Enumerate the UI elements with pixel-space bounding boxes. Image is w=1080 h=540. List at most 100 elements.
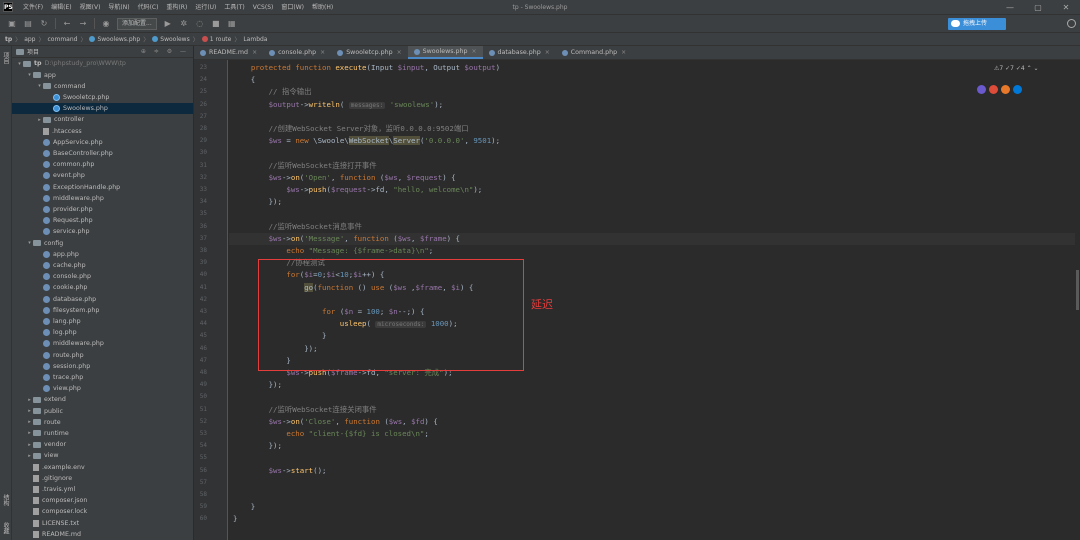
stop-icon[interactable]: ■ — [211, 19, 221, 29]
forward-icon[interactable]: → — [78, 19, 88, 29]
menu-item[interactable]: 窗口(W) — [277, 0, 308, 15]
close-tab-icon[interactable]: × — [621, 46, 626, 59]
menu-item[interactable]: 代码(C) — [134, 0, 163, 15]
inspection-widget[interactable]: ⚠7 ✓7 ✓4 ⌃ ⌄ — [994, 65, 1039, 72]
breadcrumb-item[interactable]: app — [24, 36, 38, 43]
chevron-right-icon[interactable]: ▸ — [26, 453, 33, 459]
back-icon[interactable]: ← — [62, 19, 72, 29]
panel-actions-icon[interactable]: ⊕ ≑ ⚙ — — [141, 48, 189, 55]
menu-item[interactable]: 文件(F) — [19, 0, 47, 15]
firefox-icon[interactable] — [1001, 85, 1010, 94]
chevron-right-icon[interactable]: ▸ — [26, 397, 33, 403]
tree-item[interactable]: ▸ runtime — [12, 428, 193, 439]
tree-item[interactable]: filesystem.php — [12, 305, 193, 316]
tree-item[interactable]: README.md — [12, 529, 193, 540]
debug-icon[interactable]: ✲ — [179, 19, 189, 29]
tree-item[interactable]: log.php — [12, 327, 193, 338]
chrome-icon[interactable] — [989, 85, 998, 94]
tree-item[interactable]: composer.lock — [12, 506, 193, 517]
tree-item[interactable]: common.php — [12, 159, 193, 170]
breadcrumb-item[interactable]: Swoolews.php — [97, 36, 143, 43]
editor-tab[interactable]: README.md × — [194, 46, 263, 59]
tree-item[interactable]: .example.env — [12, 462, 193, 473]
tree-item[interactable]: ▸ controller — [12, 114, 193, 125]
tree-item[interactable]: composer.json — [12, 495, 193, 506]
chevron-right-icon[interactable]: ▸ — [26, 430, 33, 436]
tree-item[interactable]: .travis.yml — [12, 484, 193, 495]
tree-item[interactable]: ▾ app — [12, 70, 193, 81]
coverage-icon[interactable]: ◌ — [195, 19, 205, 29]
tree-item[interactable]: event.php — [12, 170, 193, 181]
run-icon[interactable]: ▶ — [163, 19, 173, 29]
upload-button[interactable]: 拖拽上传 — [948, 18, 1006, 30]
menu-item[interactable]: VCS(S) — [249, 0, 278, 15]
menu-item[interactable]: 帮助(H) — [308, 0, 337, 15]
tree-item[interactable]: trace.php — [12, 372, 193, 383]
tree-item[interactable]: cache.php — [12, 260, 193, 271]
close-window-icon[interactable]: ✕ — [1052, 0, 1080, 15]
tree-item[interactable]: LICENSE.txt — [12, 518, 193, 529]
menu-item[interactable]: 重构(R) — [162, 0, 191, 15]
tree-item[interactable]: ▾ command — [12, 81, 193, 92]
tree-item[interactable]: service.php — [12, 226, 193, 237]
editor-tab[interactable]: Command.php × — [556, 46, 632, 59]
favorites-tool-tab[interactable]: 收藏 — [1, 522, 10, 534]
tree-item[interactable]: cookie.php — [12, 282, 193, 293]
tree-item[interactable]: ▸ vendor — [12, 439, 193, 450]
menu-item[interactable]: 工具(T) — [220, 0, 248, 15]
tree-item[interactable]: app.php — [12, 249, 193, 260]
chevron-right-icon[interactable]: ▸ — [36, 117, 43, 123]
structure-tool-tab[interactable]: 结构 — [1, 494, 10, 506]
open-folder-icon[interactable]: ▣ — [7, 19, 17, 29]
chevron-down-icon[interactable]: ▾ — [16, 61, 23, 67]
editor-tab[interactable]: Swooletcp.php × — [331, 46, 407, 59]
chevron-down-icon[interactable]: ▾ — [36, 83, 43, 89]
menu-item[interactable]: 导航(N) — [104, 0, 133, 15]
close-tab-icon[interactable]: × — [545, 46, 550, 59]
tree-item[interactable]: route.php — [12, 350, 193, 361]
menu-item[interactable]: 编辑(E) — [47, 0, 75, 15]
breadcrumb-item[interactable]: 1 route — [210, 36, 235, 43]
close-tab-icon[interactable]: × — [320, 46, 325, 59]
editor-tab[interactable]: Swoolews.php × — [407, 46, 483, 59]
phpstorm-browser-icon[interactable] — [977, 85, 986, 94]
chevron-down-icon[interactable]: ▾ — [26, 240, 33, 246]
close-tab-icon[interactable]: × — [397, 46, 402, 59]
tree-item[interactable]: ▸ public — [12, 406, 193, 417]
tree-item[interactable]: .gitignore — [12, 473, 193, 484]
tree-item[interactable]: Request.php — [12, 215, 193, 226]
chevron-down-icon[interactable]: ▾ — [26, 72, 33, 78]
save-icon[interactable]: ▤ — [23, 19, 33, 29]
breadcrumb-item[interactable]: Lambda — [243, 36, 270, 43]
close-tab-icon[interactable]: × — [252, 46, 257, 59]
tree-item[interactable]: view.php — [12, 383, 193, 394]
tree-item[interactable]: ▸ route — [12, 417, 193, 428]
sync-icon[interactable]: ↻ — [39, 19, 49, 29]
tree-item[interactable]: lang.php — [12, 316, 193, 327]
tree-item[interactable]: ▸ extend — [12, 394, 193, 405]
edge-icon[interactable] — [1013, 85, 1022, 94]
user-icon[interactable]: ◉ — [101, 19, 111, 29]
tree-item[interactable]: Swoolews.php — [12, 103, 193, 115]
minimize-icon[interactable]: — — [996, 0, 1024, 15]
chevron-right-icon[interactable]: ▸ — [26, 442, 33, 448]
tree-item[interactable]: Swooletcp.php — [12, 92, 193, 103]
editor-tab[interactable]: console.php × — [263, 46, 331, 59]
maximize-icon[interactable]: ▢ — [1024, 0, 1052, 15]
project-tool-tab[interactable]: 项目 — [1, 52, 10, 64]
scrollbar-thumb[interactable] — [1076, 270, 1079, 310]
tree-item[interactable]: ▾ tp D:\phpstudy_pro\WWW\tp — [12, 58, 193, 69]
tree-item[interactable]: ExceptionHandle.php — [12, 182, 193, 193]
chevron-right-icon[interactable]: ▸ — [26, 408, 33, 414]
tree-item[interactable]: ▾ config — [12, 238, 193, 249]
tree-item[interactable]: ▸ view — [12, 450, 193, 461]
breadcrumb-item[interactable]: tp — [5, 36, 15, 43]
tree-item[interactable]: AppService.php — [12, 137, 193, 148]
tree-item[interactable]: BaseController.php — [12, 148, 193, 159]
tree-item[interactable]: .htaccess — [12, 126, 193, 137]
menu-item[interactable]: 视图(V) — [76, 0, 105, 15]
breadcrumb-item[interactable]: command — [48, 36, 81, 43]
tree-item[interactable]: console.php — [12, 271, 193, 282]
menu-item[interactable]: 运行(U) — [191, 0, 220, 15]
tree-item[interactable]: database.php — [12, 294, 193, 305]
